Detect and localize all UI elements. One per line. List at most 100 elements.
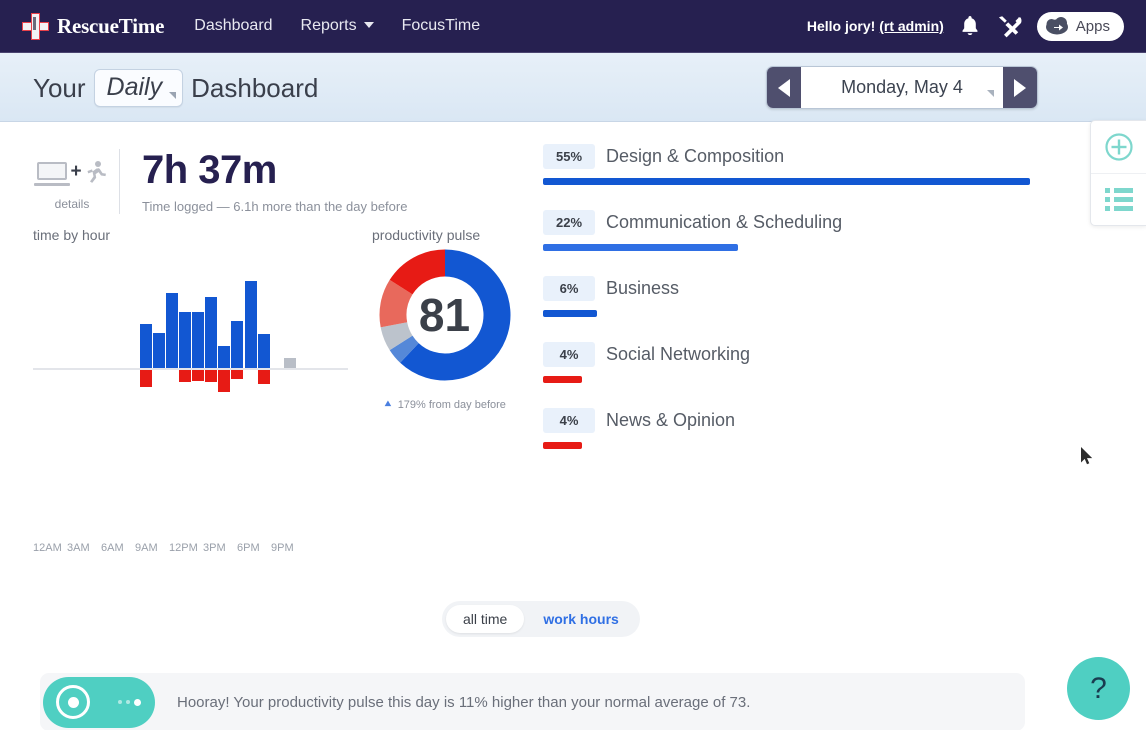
date-navigator: Monday, May 4 — [766, 66, 1038, 109]
hour-bar[interactable] — [192, 370, 204, 381]
brand-logo[interactable]: RescueTime — [22, 12, 164, 40]
hour-bar[interactable] — [165, 292, 178, 368]
prev-day-button[interactable] — [767, 67, 801, 108]
current-date[interactable]: Monday, May 4 — [801, 67, 1003, 108]
category-bar-track — [543, 442, 1030, 449]
category-bar-fill — [543, 310, 597, 317]
hour-bar[interactable] — [231, 321, 244, 368]
time-logged-caption: Time logged — 6.1h more than the day bef… — [142, 199, 408, 214]
hour-bar[interactable] — [218, 370, 231, 392]
plus-icon: + — [70, 161, 82, 182]
axis-tick-2: 6AM — [101, 542, 124, 554]
category-row[interactable]: 22% Communication & Scheduling — [543, 210, 1030, 251]
time-scope-toggle: all time work hours — [442, 601, 640, 637]
tools-icon[interactable] — [996, 14, 1022, 38]
category-bar-track — [543, 178, 1030, 185]
nav-item-reports[interactable]: Reports — [301, 17, 374, 35]
range-selector[interactable]: Daily — [93, 69, 184, 107]
page-title: Your Daily Dashboard — [33, 69, 318, 107]
category-name: News & Opinion — [606, 410, 736, 430]
category-percent: 6% — [543, 276, 595, 301]
title-prefix: Your — [33, 72, 86, 103]
time-summary: + details 7h 37m Time logged — 6.1h more… — [33, 149, 407, 214]
category-list: 55% Design & Composition 22% Communication … — [543, 144, 1030, 474]
category-name: Design & Composition — [606, 146, 785, 166]
nav-item-dashboard[interactable]: Dashboard — [194, 17, 272, 35]
category-percent: 4% — [543, 408, 595, 433]
side-action-panel — [1090, 120, 1146, 226]
greeting: Hello jory! (rt admin) — [807, 18, 944, 34]
time-by-hour-chart[interactable] — [33, 250, 348, 410]
rescuetime-cross-icon — [22, 12, 49, 40]
hour-bar[interactable] — [231, 370, 244, 379]
pulse-delta: ⯅ 179% from day before — [372, 397, 517, 412]
toggle-work-hours[interactable]: work hours — [526, 605, 635, 633]
banner-message: Hooray! Your productivity pulse this day… — [177, 693, 751, 711]
bell-icon[interactable] — [959, 14, 981, 38]
top-navigation-bar: RescueTime Dashboard Reports FocusTime H… — [0, 0, 1146, 53]
axis-tick-7: 9PM — [271, 542, 294, 554]
category-percent: 55% — [543, 144, 595, 169]
hour-bar[interactable] — [205, 296, 218, 368]
hour-bar[interactable] — [139, 370, 152, 388]
plus-circle-icon — [1104, 133, 1133, 161]
list-icon — [1104, 188, 1133, 211]
mouse-cursor — [1081, 447, 1093, 465]
hour-bar[interactable] — [283, 357, 296, 368]
main-content: + details 7h 37m Time logged — 6.1h more… — [0, 122, 1146, 730]
hour-bar[interactable] — [218, 345, 231, 368]
list-button[interactable] — [1091, 173, 1146, 225]
add-button[interactable] — [1091, 121, 1146, 173]
hour-bar[interactable] — [139, 323, 152, 368]
details-label: details — [54, 197, 90, 211]
category-percent: 22% — [543, 210, 595, 235]
hour-bar[interactable] — [152, 332, 165, 368]
hour-bar[interactable] — [192, 312, 204, 368]
next-day-button[interactable] — [1003, 67, 1037, 108]
pulse-score: 81 — [418, 289, 471, 341]
hour-bar[interactable] — [205, 370, 218, 382]
title-suffix: Dashboard — [191, 72, 319, 103]
category-bar-track — [543, 310, 1030, 317]
category-bar-track — [543, 244, 1030, 251]
axis-tick-6: 6PM — [237, 542, 260, 554]
category-bar-track — [543, 376, 1030, 383]
nav-item-focustime[interactable]: FocusTime — [402, 17, 481, 35]
dashboard-page: RescueTime Dashboard Reports FocusTime H… — [0, 0, 1146, 730]
primary-nav: Dashboard Reports FocusTime — [194, 17, 480, 35]
category-bar-fill — [543, 442, 582, 449]
apps-button[interactable]: Apps — [1036, 11, 1124, 41]
axis-tick-1: 3AM — [67, 542, 90, 554]
category-row[interactable]: 4% News & Opinion — [543, 408, 1030, 449]
hour-bar[interactable] — [178, 370, 191, 383]
pulse-donut-chart: 81 — [377, 247, 513, 383]
category-bar-fill — [543, 376, 582, 383]
hour-bar[interactable] — [257, 334, 270, 368]
device-details[interactable]: + details — [33, 149, 111, 211]
category-row[interactable]: 55% Design & Composition — [543, 144, 1030, 185]
pulse-delta-text: 179% from day before — [397, 398, 506, 411]
eye-icon — [56, 685, 90, 719]
help-button[interactable]: ? — [1067, 657, 1130, 720]
cloud-upload-icon — [1045, 17, 1068, 35]
toggle-all-time[interactable]: all time — [446, 605, 525, 633]
arrow-up-icon: ⯅ — [383, 397, 393, 411]
axis-tick-3: 9AM — [135, 542, 158, 554]
hour-bar[interactable] — [178, 312, 191, 368]
runner-icon — [87, 161, 106, 183]
hour-bar[interactable] — [257, 370, 270, 385]
summary-divider — [119, 149, 120, 214]
total-time-logged: 7h 37m — [142, 148, 277, 192]
category-row[interactable]: 6% Business — [543, 276, 1030, 317]
category-percent: 4% — [543, 342, 595, 367]
banner-dots — [118, 698, 141, 706]
category-row[interactable]: 4% Social Networking — [543, 342, 1030, 383]
page-title-bar: Your Daily Dashboard Monday, May 4 — [0, 53, 1146, 122]
axis-tick-0: 12AM — [33, 542, 62, 554]
time-block: 7h 37m Time logged — 6.1h more than the … — [142, 149, 407, 214]
account-link[interactable]: (rt admin) — [879, 18, 944, 34]
category-bar-fill — [543, 178, 1030, 185]
productivity-pulse-widget[interactable]: 81 ⯅ 179% from day before — [372, 247, 517, 412]
axis-tick-4: 12PM — [169, 542, 198, 554]
hour-bar[interactable] — [244, 280, 257, 368]
